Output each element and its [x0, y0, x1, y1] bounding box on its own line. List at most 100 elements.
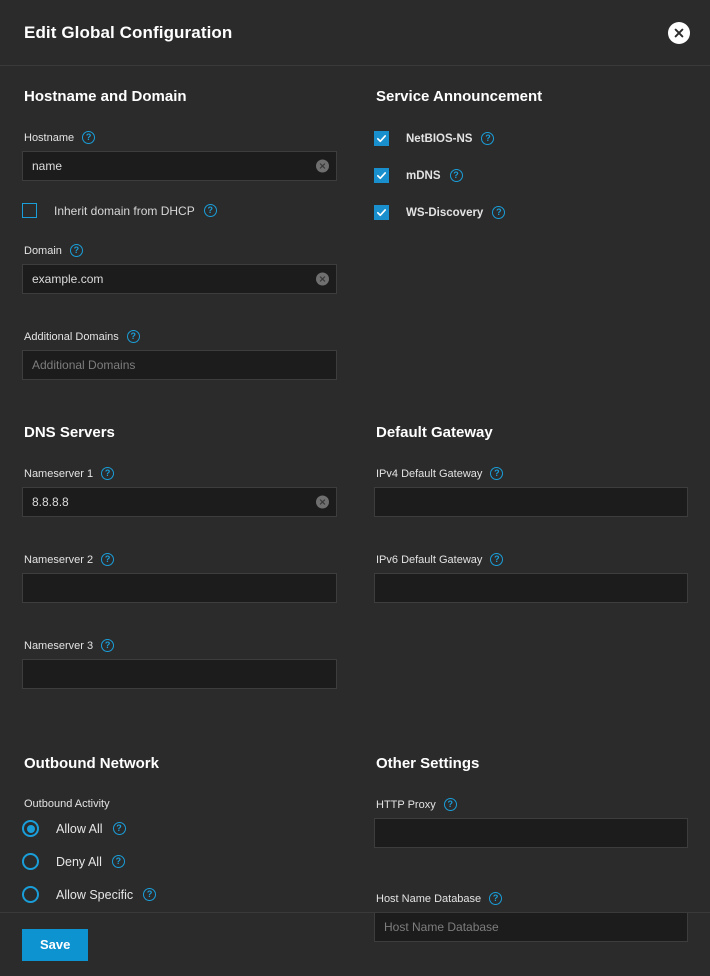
label-hostname: Hostname ? — [24, 131, 337, 144]
input-wrap-nameserver-1 — [22, 487, 337, 517]
domain-input[interactable] — [22, 264, 337, 294]
ws-discovery-checkbox[interactable] — [374, 205, 389, 220]
help-icon[interactable]: ? — [101, 553, 114, 566]
help-icon[interactable]: ? — [127, 330, 140, 343]
label-host-name-database-text: Host Name Database — [376, 893, 481, 905]
hostname-input[interactable] — [22, 151, 337, 181]
spacer — [374, 870, 688, 892]
netbios-ns-checkbox[interactable] — [374, 131, 389, 146]
label-http-proxy: HTTP Proxy ? — [376, 798, 688, 811]
checkbox-row-mdns[interactable]: mDNS ? — [374, 168, 688, 183]
section-title-service-announcement: Service Announcement — [376, 88, 688, 105]
label-ipv6-default-gateway: IPv6 Default Gateway ? — [376, 553, 688, 566]
save-button[interactable]: Save — [22, 929, 88, 961]
allow-all-radio[interactable] — [22, 820, 39, 837]
section-default-gateway: Default Gateway IPv4 Default Gateway ? I… — [355, 424, 688, 711]
section-row-1: Hostname and Domain Hostname ? — [22, 88, 688, 402]
spacer — [22, 711, 688, 733]
help-icon[interactable]: ? — [490, 553, 503, 566]
input-wrap-ipv6-default-gateway — [374, 573, 688, 603]
checkbox-row-inherit-domain[interactable]: Inherit domain from DHCP ? — [22, 203, 337, 218]
label-outbound-activity: Outbound Activity — [24, 798, 337, 810]
label-ipv4-default-gateway: IPv4 Default Gateway ? — [376, 467, 688, 480]
help-icon[interactable]: ? — [101, 639, 114, 652]
help-icon[interactable]: ? — [70, 244, 83, 257]
inherit-domain-checkbox[interactable] — [22, 203, 37, 218]
label-additional-domains: Additional Domains ? — [24, 330, 337, 343]
clear-icon[interactable] — [316, 496, 329, 509]
help-icon[interactable]: ? — [101, 467, 114, 480]
section-title-dns-servers: DNS Servers — [24, 424, 337, 441]
label-nameserver-3: Nameserver 3 ? — [24, 639, 337, 652]
spacer — [22, 625, 337, 639]
help-icon[interactable]: ? — [444, 798, 457, 811]
section-dns-servers: DNS Servers Nameserver 1 ? — [22, 424, 355, 711]
field-ipv6-default-gateway: IPv6 Default Gateway ? — [374, 553, 688, 603]
field-domain: Domain ? — [22, 244, 337, 294]
label-nameserver-2: Nameserver 2 ? — [24, 553, 337, 566]
nameserver-1-input[interactable] — [22, 487, 337, 517]
allow-specific-radio[interactable] — [22, 886, 39, 903]
field-ipv4-default-gateway: IPv4 Default Gateway ? — [374, 467, 688, 517]
checkbox-row-netbios-ns[interactable]: NetBIOS-NS ? — [374, 131, 688, 146]
label-nameserver-3-text: Nameserver 3 — [24, 640, 93, 652]
help-icon[interactable]: ? — [481, 132, 494, 145]
clear-icon[interactable] — [316, 273, 329, 286]
help-icon[interactable]: ? — [112, 855, 125, 868]
section-hostname-and-domain: Hostname and Domain Hostname ? — [22, 88, 355, 402]
help-icon[interactable]: ? — [82, 131, 95, 144]
mdns-label: mDNS — [406, 170, 441, 182]
help-icon[interactable]: ? — [113, 822, 126, 835]
help-icon[interactable]: ? — [489, 892, 502, 905]
section-title-other-settings: Other Settings — [376, 755, 688, 772]
help-icon[interactable]: ? — [492, 206, 505, 219]
help-icon[interactable]: ? — [143, 888, 156, 901]
help-icon[interactable]: ? — [204, 204, 217, 217]
field-hostname: Hostname ? — [22, 131, 337, 181]
spacer — [22, 733, 688, 755]
spacer — [22, 539, 337, 553]
close-icon[interactable] — [668, 22, 690, 44]
radio-row-allow-specific[interactable]: Allow Specific ? — [22, 886, 337, 903]
label-hostname-text: Hostname — [24, 132, 74, 144]
inherit-domain-label: Inherit domain from DHCP — [54, 204, 195, 218]
input-wrap-hostname — [22, 151, 337, 181]
field-nameserver-3: Nameserver 3 ? — [22, 639, 337, 689]
ipv6-default-gateway-input[interactable] — [374, 573, 688, 603]
label-nameserver-2-text: Nameserver 2 — [24, 554, 93, 566]
mdns-checkbox[interactable] — [374, 168, 389, 183]
input-wrap-ipv4-default-gateway — [374, 487, 688, 517]
radio-dot — [27, 825, 35, 833]
input-wrap-additional-domains — [22, 350, 337, 380]
additional-domains-input[interactable] — [22, 350, 337, 380]
field-http-proxy: HTTP Proxy ? — [374, 798, 688, 848]
http-proxy-input[interactable] — [374, 818, 688, 848]
radio-row-allow-all[interactable]: Allow All ? — [22, 820, 337, 837]
deny-all-radio[interactable] — [22, 853, 39, 870]
radio-row-deny-all[interactable]: Deny All ? — [22, 853, 337, 870]
spacer — [22, 316, 337, 330]
nameserver-2-input[interactable] — [22, 573, 337, 603]
help-icon[interactable]: ? — [450, 169, 463, 182]
spacer — [22, 402, 688, 424]
ipv4-default-gateway-input[interactable] — [374, 487, 688, 517]
deny-all-label: Deny All — [56, 855, 102, 869]
checkbox-row-ws-discovery[interactable]: WS-Discovery ? — [374, 205, 688, 220]
label-domain: Domain ? — [24, 244, 337, 257]
clear-icon[interactable] — [316, 160, 329, 173]
label-ipv6-default-gateway-text: IPv6 Default Gateway — [376, 554, 482, 566]
label-nameserver-1: Nameserver 1 ? — [24, 467, 337, 480]
field-nameserver-1: Nameserver 1 ? — [22, 467, 337, 517]
page-title: Edit Global Configuration — [24, 23, 232, 43]
label-nameserver-1-text: Nameserver 1 — [24, 468, 93, 480]
help-icon[interactable]: ? — [490, 467, 503, 480]
field-nameserver-2: Nameserver 2 ? — [22, 553, 337, 603]
spacer — [374, 539, 688, 553]
section-title-outbound-network: Outbound Network — [24, 755, 337, 772]
section-row-2: DNS Servers Nameserver 1 ? — [22, 424, 688, 711]
ws-discovery-label: WS-Discovery — [406, 207, 483, 219]
dialog-header: Edit Global Configuration — [0, 0, 710, 66]
nameserver-3-input[interactable] — [22, 659, 337, 689]
section-title-default-gateway: Default Gateway — [376, 424, 688, 441]
input-wrap-domain — [22, 264, 337, 294]
